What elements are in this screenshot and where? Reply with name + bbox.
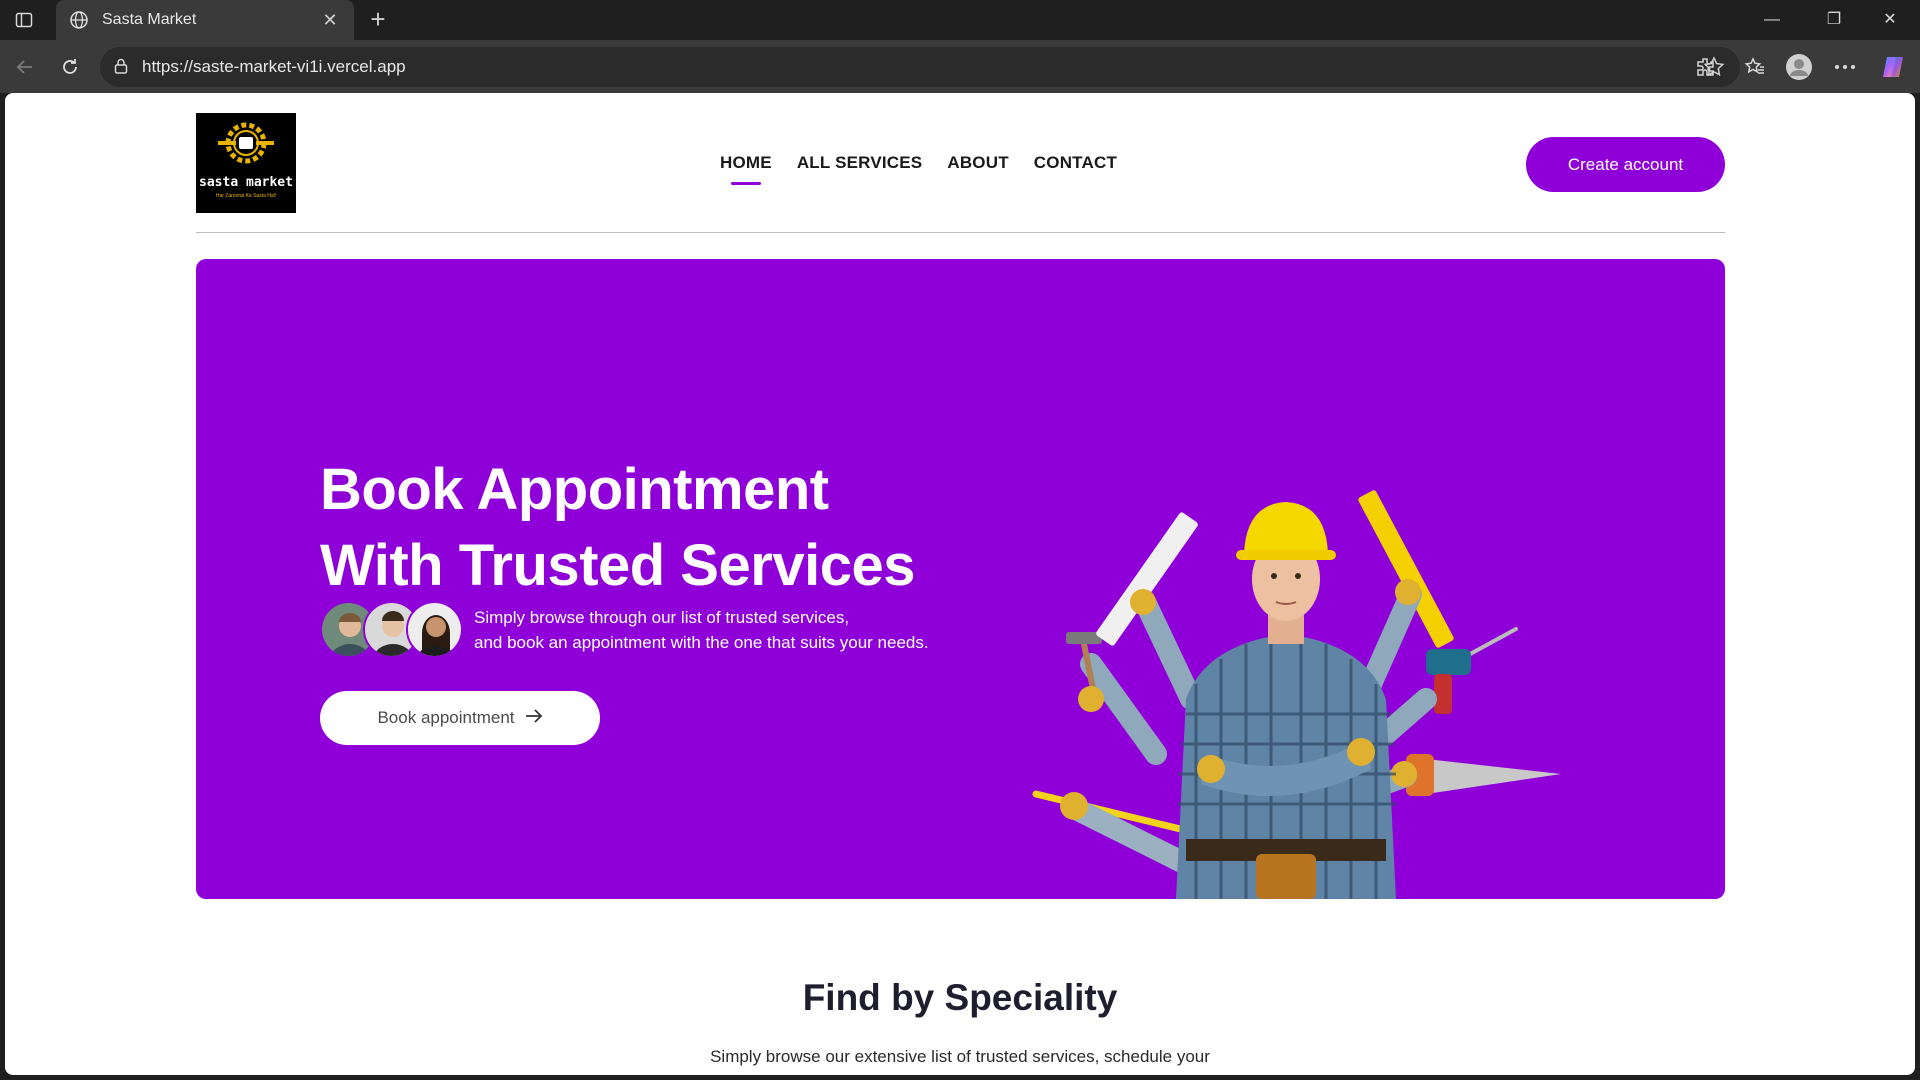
book-appointment-label: Book appointment <box>377 708 515 727</box>
favorites-icon[interactable] <box>1740 52 1770 82</box>
hero-title-line1: Book Appointment <box>320 457 829 522</box>
create-account-button[interactable]: Create account <box>1526 137 1725 192</box>
logo-name: sasta market <box>199 175 293 190</box>
copilot-icon[interactable] <box>1878 52 1908 82</box>
hero-subtitle-line1: Simply browse through our list of truste… <box>474 608 850 627</box>
restore-icon[interactable]: ❐ <box>1818 8 1850 32</box>
globe-icon <box>68 9 90 31</box>
more-options-icon[interactable] <box>1830 52 1860 82</box>
hero-title: Book Appointment With Trusted Services <box>320 452 915 604</box>
sasta-market-logo[interactable]: sasta market Har Zaroorat Ka Sasta Hal! <box>196 113 296 213</box>
header-divider <box>196 232 1725 233</box>
browser-titlebar: Sasta Market ✕ + — ❐ ✕ <box>0 0 1920 40</box>
nav-home[interactable]: HOME <box>720 153 772 185</box>
main-nav: HOME ALL SERVICES ABOUT CONTACT <box>720 153 1117 185</box>
reload-icon[interactable] <box>55 52 85 82</box>
hero-subtitle-line2: and book an appointment with the one tha… <box>474 633 929 652</box>
profile-avatar-icon[interactable] <box>1784 52 1814 82</box>
tab-close-icon[interactable]: ✕ <box>318 10 342 31</box>
nav-about[interactable]: ABOUT <box>947 153 1008 173</box>
close-window-icon[interactable]: ✕ <box>1874 8 1906 32</box>
arrow-right-icon <box>525 708 543 728</box>
back-icon[interactable] <box>10 52 40 82</box>
speciality-subtitle: Simply browse our extensive list of trus… <box>710 1047 1210 1066</box>
nav-all-services[interactable]: ALL SERVICES <box>797 153 923 173</box>
sidebar-toggle-icon[interactable] <box>12 8 36 32</box>
new-tab-icon[interactable]: + <box>364 6 392 34</box>
speciality-title: Find by Speciality <box>802 977 1118 1018</box>
book-appointment-button[interactable]: Book appointment <box>320 691 600 745</box>
tab-title: Sasta Market <box>102 11 197 28</box>
hero-banner: Book Appointment With Trusted Services S… <box>196 259 1725 899</box>
customer-avatars <box>320 601 463 658</box>
handyman-illustration <box>1032 490 1561 899</box>
extensions-icon[interactable] <box>1690 52 1720 82</box>
web-page: sasta market Har Zaroorat Ka Sasta Hal! … <box>5 93 1915 1075</box>
hero-title-line2: With Trusted Services <box>320 533 915 598</box>
browser-tab[interactable]: Sasta Market ✕ <box>56 0 354 40</box>
hero-subtitle: Simply browse through our list of truste… <box>474 605 929 655</box>
site-header: sasta market Har Zaroorat Ka Sasta Hal! … <box>196 113 1725 213</box>
minimize-icon[interactable]: — <box>1756 8 1788 32</box>
avatar <box>406 601 463 658</box>
url-text: https://saste-market-vi1i.vercel.app <box>142 57 406 76</box>
site-info-icon[interactable] <box>112 57 132 77</box>
browser-toolbar: https://saste-market-vi1i.vercel.app <box>0 40 1920 93</box>
logo-tagline: Har Zaroorat Ka Sasta Hal! <box>215 193 277 199</box>
address-bar[interactable]: https://saste-market-vi1i.vercel.app <box>100 47 1740 87</box>
nav-contact[interactable]: CONTACT <box>1034 153 1117 173</box>
